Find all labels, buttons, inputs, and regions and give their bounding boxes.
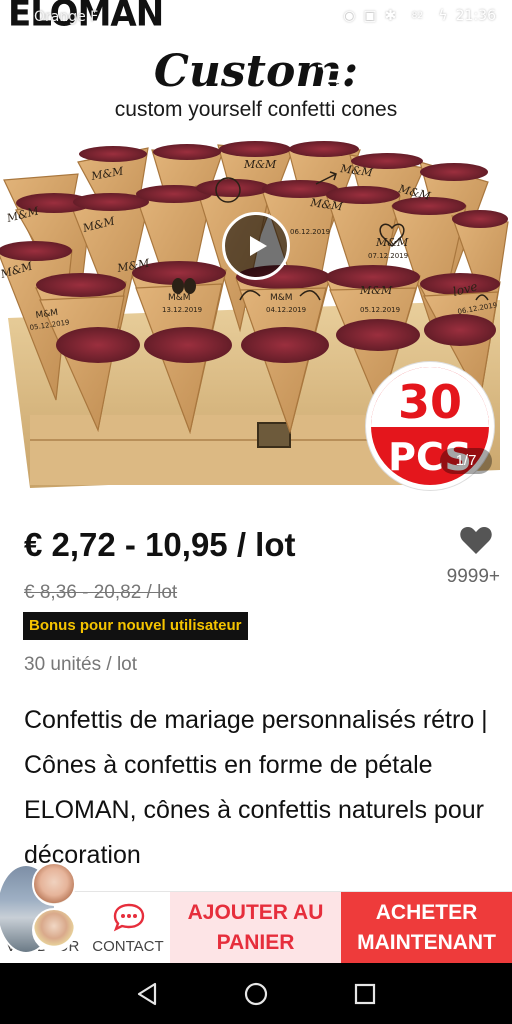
svg-text:M&M: M&M [359,284,393,297]
more-button[interactable] [458,56,498,96]
svg-text:M&M: M&M [243,158,277,171]
eye-icon: ◉ [343,8,356,24]
nav-back-button[interactable] [130,977,164,1011]
bluetooth-icon: ✱ [384,8,397,24]
more-vertical-icon [475,64,481,88]
image-counter: 1/7 [440,448,492,474]
heart-icon [460,527,492,554]
battery-icon: 82 [404,9,431,23]
svg-text:06.12.2019: 06.12.2019 [290,228,330,236]
wishlist-count: 9999+ [446,566,500,587]
product-title: Confettis de mariage personnalisés rétro… [24,706,488,869]
share-button[interactable] [384,56,424,96]
arrow-left-icon [28,65,52,87]
product-page: M&M M&M M&M M&M M&M M&M M&M M&M M&M M&M … [0,0,512,1024]
clock: 21:36 [455,8,496,24]
new-user-bonus-badge: Bonus pour nouvel utilisateur [23,612,248,640]
play-video-button[interactable] [222,212,290,280]
contact-button[interactable]: CONTACT [86,892,170,964]
hero-title: Custom: [153,46,359,97]
back-button[interactable] [20,56,60,96]
status-icons: ◉ ▣ ✱ 82 ϟ 21:36 [343,8,496,24]
svg-text:13.12.2019: 13.12.2019 [162,306,202,314]
status-bar: ELOMAN Orange F ◉ ▣ ✱ 82 ϟ 21:36 [0,0,512,36]
nav-recents-button[interactable] [348,977,382,1011]
square-recents-icon [354,983,376,1005]
cart-icon [318,64,345,88]
chat-icon [113,903,145,932]
avatar [32,862,76,906]
svg-text:M&M: M&M [168,293,191,303]
units-per-lot: 30 unités / lot [24,654,138,675]
nfc-icon: ▣ [363,8,377,24]
circle-home-icon [244,982,268,1006]
nav-home-button[interactable] [239,977,273,1011]
floating-avatar-widget[interactable] [0,858,82,954]
android-nav-bar [0,963,512,1024]
price-range: € 2,72 - 10,95 / lot [24,526,296,563]
charging-icon: ϟ [438,8,448,24]
wishlist-button[interactable] [456,520,496,560]
svg-text:04.12.2019: 04.12.2019 [266,306,306,314]
triangle-back-icon [137,982,157,1006]
play-icon [250,236,267,256]
svg-text:M&M: M&M [270,293,293,303]
product-image-carousel[interactable]: M&M M&M M&M M&M M&M M&M M&M M&M M&M M&M … [0,0,512,493]
svg-text:07.12.2019: 07.12.2019 [368,252,408,260]
share-icon [390,64,420,88]
svg-text:M&M: M&M [375,236,409,249]
original-price: € 8,36 - 20,82 / lot [24,582,178,603]
svg-text:05.12.2019: 05.12.2019 [360,306,400,314]
add-to-cart-button[interactable]: AJOUTER AU PANIER [170,892,341,964]
badge-number: 30 [397,375,462,429]
contact-label: CONTACT [92,938,164,955]
carrier-label: Orange F [34,9,99,25]
avatar [32,908,76,952]
cart-button[interactable] [310,56,350,96]
hero-subtitle: custom yourself confetti cones [114,98,398,121]
buy-now-button[interactable]: ACHETER MAINTENANT [341,892,512,964]
battery-level: 82 [404,9,431,23]
